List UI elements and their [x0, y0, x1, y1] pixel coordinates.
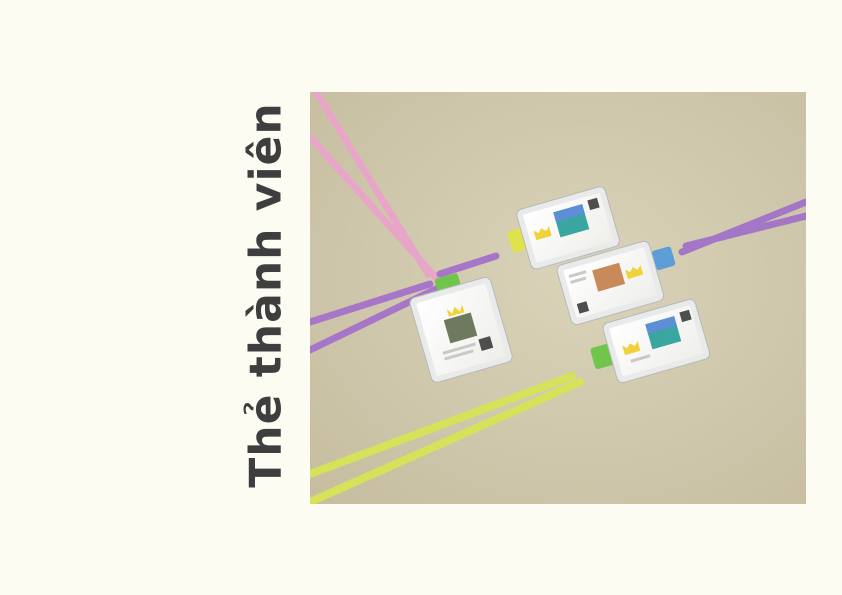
lanyard-id-cards-photo	[310, 92, 806, 504]
page-title: Thẻ thành viên	[240, 102, 292, 488]
title-container: Thẻ thành viên	[236, 96, 296, 494]
photo-illustration	[310, 92, 806, 504]
